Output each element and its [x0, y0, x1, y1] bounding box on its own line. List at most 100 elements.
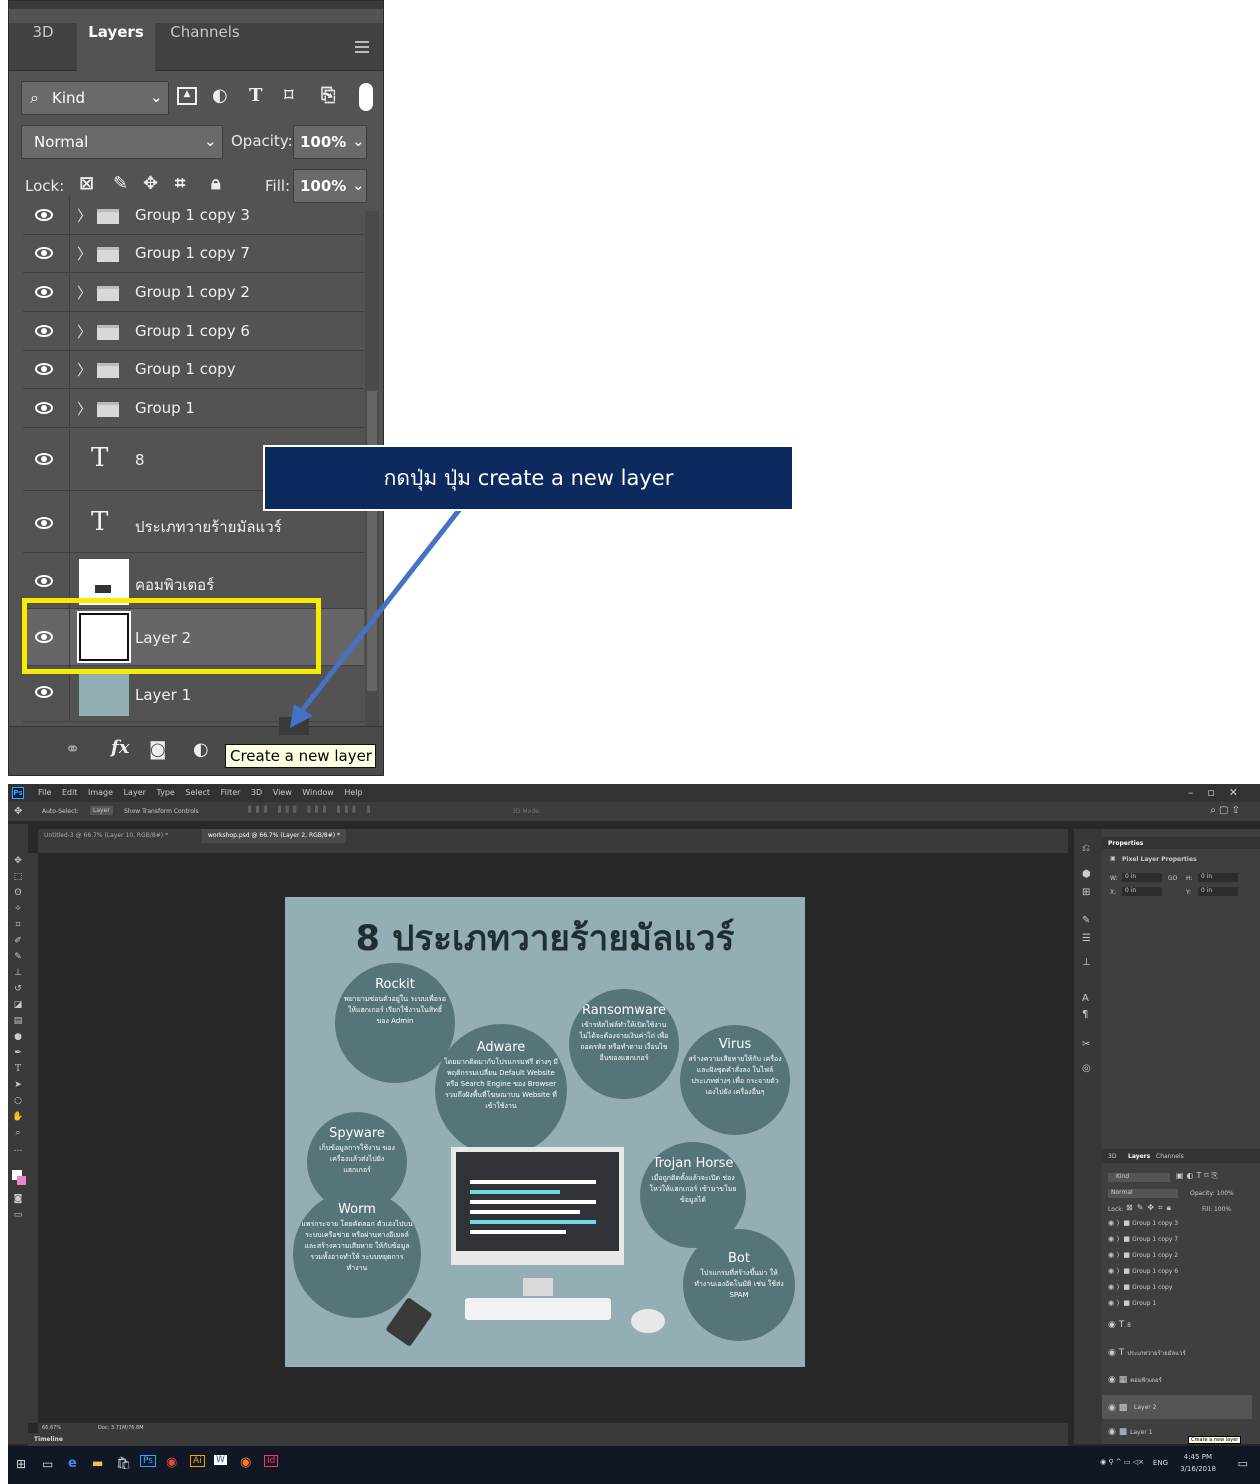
- clock-time[interactable]: 4:45 PM: [1184, 1453, 1212, 1461]
- menu-help[interactable]: Help: [344, 788, 362, 797]
- marquee-tool-icon[interactable]: ⬚: [12, 872, 24, 882]
- clone-source-icon[interactable]: ⊥: [1082, 957, 1091, 968]
- menu-file[interactable]: File: [38, 788, 51, 797]
- pen-tool-icon[interactable]: ✒: [12, 1048, 24, 1058]
- chrome-icon[interactable]: ◉: [166, 1455, 177, 1470]
- word-icon[interactable]: W: [214, 1455, 227, 1465]
- more-tools-icon[interactable]: …: [12, 1144, 24, 1154]
- search-icon[interactable]: ⌕ ▢ ⇧: [1210, 805, 1240, 816]
- menu-layer[interactable]: Layer: [124, 788, 146, 797]
- timeline-label[interactable]: Timeline: [34, 1436, 63, 1443]
- doc-tab-workshop[interactable]: workshop.psd @ 66.7% (Layer 2, RGB/8#) *: [202, 829, 347, 843]
- 3d-icon[interactable]: ⬢: [1082, 869, 1091, 880]
- mini-layer-row[interactable]: ◉ ▦ คอมพิวเตอร์: [1108, 1375, 1162, 1385]
- crop-tool-icon[interactable]: ⌗: [12, 920, 24, 930]
- show-transform-checkbox[interactable]: Show Transform Controls: [124, 808, 199, 815]
- mini-layer-row[interactable]: ◉ T ประเภทวายร้ายมัลแวร์: [1108, 1348, 1186, 1358]
- dodge-icon[interactable]: ●: [12, 1032, 24, 1042]
- background-color-swatch[interactable]: [17, 1176, 26, 1185]
- menu-view[interactable]: View: [273, 788, 292, 797]
- horizontal-ruler: [38, 843, 1068, 853]
- quick-mask-icon[interactable]: ◙: [12, 1194, 24, 1204]
- window-controls[interactable]: –▫✕: [1188, 786, 1252, 799]
- mini-layer-row[interactable]: ◉ 〉■ Group 1 copy 6: [1108, 1266, 1178, 1276]
- tools-preset-icon[interactable]: ✂: [1082, 1039, 1090, 1050]
- mini-tab-channels[interactable]: Channels: [1156, 1153, 1184, 1160]
- auto-select-checkbox[interactable]: Auto-Select:: [42, 808, 79, 815]
- clock-date[interactable]: 3/16/2018: [1180, 1465, 1216, 1473]
- properties-title[interactable]: Properties: [1108, 840, 1143, 847]
- photoshop-taskbar-icon[interactable]: Ps: [140, 1455, 156, 1467]
- language-indicator[interactable]: ENG: [1153, 1459, 1168, 1467]
- mini-fill[interactable]: Fill: 100%: [1202, 1206, 1231, 1213]
- character-icon[interactable]: A: [1082, 993, 1089, 1004]
- doc-tab-untitled[interactable]: Untitled-3 @ 66.7% (Layer 10, RGB/8#) *: [38, 829, 174, 843]
- move-tool-icon[interactable]: ✥: [12, 856, 24, 866]
- system-tray-icons[interactable]: ◉ ⚲ ^ ▭ ◁×: [1100, 1458, 1144, 1466]
- menu-type[interactable]: Type: [156, 788, 174, 797]
- history-brush-icon[interactable]: ↺: [12, 984, 24, 994]
- magic-wand-icon[interactable]: ✧: [12, 904, 24, 914]
- mini-filter-icons[interactable]: ▣◐T⌑⎘: [1176, 1171, 1221, 1181]
- zoom-level[interactable]: 66.67%: [42, 1425, 61, 1431]
- mini-blend-mode[interactable]: Normal: [1108, 1189, 1178, 1198]
- w-input[interactable]: 0 in: [1122, 873, 1162, 882]
- paths-icon[interactable]: ◎: [1082, 1063, 1091, 1074]
- lasso-tool-icon[interactable]: ʘ: [12, 888, 24, 898]
- mini-opacity[interactable]: Opacity: 100%: [1190, 1190, 1234, 1197]
- mini-tab-layers[interactable]: Layers: [1128, 1153, 1150, 1160]
- h-input[interactable]: 0 in: [1198, 873, 1238, 882]
- hand-tool-icon[interactable]: ✋: [12, 1112, 24, 1122]
- menu-3d[interactable]: 3D: [251, 788, 262, 797]
- path-select-icon[interactable]: ➤: [12, 1080, 24, 1090]
- windows-start-icon[interactable]: ⊞: [16, 1457, 26, 1471]
- link-proportions-button[interactable]: GO: [1168, 875, 1177, 882]
- shape-tool-icon[interactable]: ○: [12, 1096, 24, 1106]
- notifications-icon[interactable]: ▭: [1238, 1457, 1248, 1470]
- menu-image[interactable]: Image: [88, 788, 113, 797]
- task-view-icon[interactable]: ▭: [42, 1457, 53, 1471]
- grid-icon[interactable]: ⊞: [1082, 887, 1090, 898]
- properties-subtitle: Pixel Layer Properties: [1122, 856, 1197, 863]
- mini-layer-row[interactable]: ◉ 〉■ Group 1 copy: [1108, 1282, 1172, 1292]
- move-tool-icon[interactable]: ✥: [14, 806, 22, 817]
- gradient-icon[interactable]: ▤: [12, 1016, 24, 1026]
- paragraph-icon[interactable]: ¶: [1082, 1009, 1088, 1020]
- firefox-icon[interactable]: ◉: [240, 1455, 251, 1470]
- history-icon[interactable]: ⎌: [1082, 843, 1090, 854]
- indesign-icon[interactable]: Id: [264, 1455, 279, 1467]
- arrow: [290, 503, 465, 728]
- brush-tool-icon[interactable]: ✎: [12, 952, 24, 962]
- mini-layer-row[interactable]: ◉ 〉■ Group 1 copy 2: [1108, 1250, 1178, 1260]
- edge-icon[interactable]: e: [68, 1456, 77, 1471]
- mini-layer-row[interactable]: ◉ 〉■ Group 1 copy 3: [1108, 1218, 1178, 1228]
- y-input[interactable]: 0 in: [1198, 887, 1238, 896]
- menu-filter[interactable]: Filter: [221, 788, 241, 797]
- mini-layer-row-selected[interactable]: ◉ ▩ Layer 2: [1102, 1395, 1252, 1419]
- mini-layer-row[interactable]: ◉ 〉■ Group 1: [1108, 1298, 1156, 1308]
- menu-edit[interactable]: Edit: [62, 788, 78, 797]
- mini-lock-icons[interactable]: ⊠✎✥⌗🔒︎: [1126, 1203, 1175, 1213]
- mini-layer-row[interactable]: ◉ ■ Layer 1: [1108, 1427, 1153, 1437]
- eyedropper-icon[interactable]: ✐: [12, 936, 24, 946]
- screen-mode-icon[interactable]: ▭: [12, 1210, 24, 1220]
- mini-tab-3d[interactable]: 3D: [1108, 1153, 1116, 1160]
- stamp-tool-icon[interactable]: ⊥: [12, 968, 24, 978]
- align-icons[interactable]: ⫼⫼⫼ ⫼⫼⫼ ⫼⫼⫼ ⫼⫼⫼ ⫼: [248, 805, 374, 815]
- mini-layer-row[interactable]: ◉ T 8: [1108, 1320, 1131, 1330]
- infographic-canvas[interactable]: 8 ประเภทวายร้ายมัลแวร์ Rockit พยายามซ่อน…: [285, 897, 805, 1367]
- store-icon[interactable]: 🛍︎: [116, 1456, 131, 1470]
- zoom-tool-icon[interactable]: ⌕: [12, 1128, 24, 1138]
- eraser-icon[interactable]: ◪: [12, 1000, 24, 1010]
- menu-select[interactable]: Select: [185, 788, 210, 797]
- mini-layer-row[interactable]: ◉ 〉■ Group 1 copy 7: [1108, 1234, 1178, 1244]
- adjust-icon[interactable]: ☰: [1082, 933, 1091, 944]
- type-tool-icon[interactable]: T: [12, 1064, 24, 1074]
- x-input[interactable]: 0 in: [1122, 887, 1162, 896]
- auto-select-target[interactable]: Layer: [90, 806, 113, 815]
- explorer-icon[interactable]: ▬: [92, 1456, 103, 1470]
- illustrator-icon[interactable]: Ai: [190, 1455, 205, 1467]
- mini-filter-kind[interactable]: Kind: [1108, 1173, 1170, 1182]
- brush-panel-icon[interactable]: ✎: [1082, 915, 1090, 926]
- menu-window[interactable]: Window: [302, 788, 334, 797]
